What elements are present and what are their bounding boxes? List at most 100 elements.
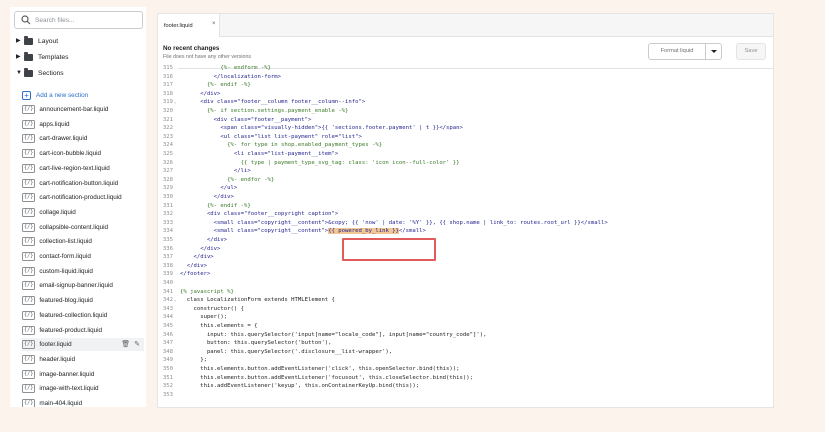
code-line: 319 ⌄ <div class="footer__column footer__… <box>158 98 773 107</box>
code-line: 317 {%- endif -%} <box>158 81 773 90</box>
line-number: 316 <box>162 73 173 80</box>
file-item[interactable]: {/} apps.liquid <box>22 118 144 131</box>
line-number: 338 <box>162 262 173 269</box>
liquid-file-icon: {/} <box>22 340 36 350</box>
folder-templates[interactable]: ▶ Templates <box>16 51 68 63</box>
file-item[interactable]: {/} custom-liquid.liquid <box>22 265 144 278</box>
code-line: 318 </div> <box>158 90 773 99</box>
code-line: 337 </div> <box>158 253 773 262</box>
code-text: </footer> <box>180 271 211 278</box>
file-item[interactable]: {/} featured-blog.liquid <box>22 294 144 307</box>
line-number: 347 <box>162 340 173 347</box>
file-name: cart-icon-bubble.liquid <box>39 150 101 158</box>
code-text: </div> <box>180 90 221 97</box>
file-name: cart-notification-product.liquid <box>39 194 122 202</box>
liquid-file-icon: {/} <box>22 281 36 291</box>
file-item[interactable]: {/} image-with-text.liquid <box>22 382 144 395</box>
line-number: 340 <box>162 280 173 286</box>
file-item[interactable]: {/} cart-live-region-text.liquid <box>22 162 144 175</box>
code-text: {%- if section.settings.payment_enable -… <box>180 108 349 114</box>
search-files-input[interactable] <box>35 14 139 27</box>
code-line: 341 {% javascript %} <box>158 288 773 297</box>
file-item[interactable]: {/} featured-collection.liquid <box>22 309 144 322</box>
code-editor-panel: footer.liquid × No recent changes File d… <box>157 13 774 408</box>
format-options-dropdown[interactable] <box>705 43 722 60</box>
code-text: {{ type | payment_type_svg_tag: class: '… <box>180 159 460 166</box>
save-button[interactable]: Save <box>736 43 766 60</box>
file-name: header.liquid <box>39 355 76 363</box>
editor-tab-bar: footer.liquid × <box>158 14 773 37</box>
file-name: cart-drawer.liquid <box>39 135 88 143</box>
file-item[interactable]: {/} main-404.liquid <box>22 397 144 407</box>
file-item[interactable]: {/} announcement-bar.liquid <box>22 103 144 116</box>
recent-changes-title: No recent changes <box>163 45 220 52</box>
liquid-file-icon: {/} <box>22 222 36 232</box>
line-number: 323 <box>162 133 173 140</box>
file-explorer-sidebar: ▶ Layout ▶ Templates ▼ Sections + Add a … <box>10 7 146 407</box>
folder-sections[interactable]: ▼ Sections <box>16 67 64 79</box>
code-text: super(); <box>180 314 228 321</box>
code-line: 353 <box>158 391 773 400</box>
code-line: 331 {%- endif -%} <box>158 202 773 211</box>
file-item[interactable]: {/} email-signup-banner.liquid <box>22 279 144 292</box>
code-text: <div class="footer__payment"> <box>180 116 312 123</box>
file-item[interactable]: {/} collapsible-content.liquid <box>22 221 144 234</box>
code-line: 321 <div class="footer__payment"> <box>158 116 773 125</box>
folder-open-icon <box>24 67 33 77</box>
file-name: email-signup-banner.liquid <box>39 282 113 290</box>
liquid-file-icon: {/} <box>22 384 36 394</box>
plus-icon: + <box>22 90 31 100</box>
file-item[interactable]: {/} image-banner.liquid <box>22 368 144 381</box>
code-line: 346 input: this.querySelector('input[nam… <box>158 331 773 340</box>
liquid-file-icon: {/} <box>22 266 36 276</box>
file-item[interactable]: {/} cart-notification-product.liquid <box>22 191 144 204</box>
line-number: 333 <box>162 219 173 226</box>
fold-chevron-icon[interactable]: ⌄ <box>174 296 176 305</box>
file-item[interactable]: {/} collage.liquid <box>22 206 144 219</box>
code-line: 334 <small class="copyright__content">{{… <box>158 227 773 236</box>
code-line: 327 </li> <box>158 167 773 176</box>
code-line: 328 {%- endfor -%} <box>158 176 773 185</box>
code-line: 323 <ul class="list list-payment" role="… <box>158 133 773 142</box>
code-line: 338 </div> <box>158 262 773 271</box>
code-text: </div> <box>180 237 228 243</box>
code-area[interactable]: 315 {%- endform -%} 316 </localization-fo… <box>158 64 773 407</box>
file-name: custom-liquid.liquid <box>39 267 93 275</box>
trash-icon[interactable]: 🗑 <box>121 340 130 349</box>
close-icon[interactable]: × <box>212 21 216 27</box>
code-text: {% javascript %} <box>180 288 234 295</box>
file-item[interactable]: {/} cart-icon-bubble.liquid <box>22 147 144 160</box>
code-line: 340 <box>158 279 773 288</box>
code-line: 320 {%- if section.settings.payment_enab… <box>158 107 773 116</box>
file-item[interactable]: {/} collection-list.liquid <box>22 235 144 248</box>
tab-label: footer.liquid <box>164 22 193 29</box>
line-number: 336 <box>162 245 173 252</box>
file-item[interactable]: {/} footer.liquid 🗑 ✎ <box>22 338 144 352</box>
code-line: 347 button: this.querySelector('button')… <box>158 339 773 348</box>
search-files-field[interactable] <box>14 11 143 29</box>
line-number: 326 <box>162 159 173 166</box>
code-text: panel: this.querySelector('.disclosure__… <box>180 348 393 355</box>
code-text: <span class="visually-hidden">{{ 'sectio… <box>180 125 463 132</box>
file-item[interactable]: {/} cart-drawer.liquid <box>22 132 144 145</box>
pencil-icon[interactable]: ✎ <box>134 340 140 349</box>
file-item[interactable]: {/} featured-product.liquid <box>22 324 144 337</box>
file-item[interactable]: {/} cart-notification-button.liquid <box>22 177 144 190</box>
folder-layout[interactable]: ▶ Layout <box>16 35 58 47</box>
code-text: </localization-form> <box>180 73 282 80</box>
code-line: 339 </footer> <box>158 270 773 279</box>
code-line: 329 </ul> <box>158 184 773 193</box>
line-number: 327 <box>162 168 173 175</box>
fold-chevron-icon[interactable]: ⌄ <box>174 98 176 107</box>
liquid-file-icon: {/} <box>22 134 36 144</box>
code-text: {%- endif -%} <box>180 202 251 209</box>
file-name: collection-list.liquid <box>39 238 92 246</box>
add-new-section-link[interactable]: + Add a new section <box>22 89 88 101</box>
code-text: </div> <box>180 262 207 269</box>
tab-footer-liquid[interactable]: footer.liquid × <box>158 14 220 37</box>
code-text: button: this.querySelector('button'), <box>180 340 332 347</box>
format-liquid-button[interactable]: Format liquid <box>648 43 706 60</box>
line-number: 344 <box>162 314 173 321</box>
file-item[interactable]: {/} header.liquid <box>22 353 144 366</box>
file-item[interactable]: {/} contact-form.liquid <box>22 250 144 263</box>
